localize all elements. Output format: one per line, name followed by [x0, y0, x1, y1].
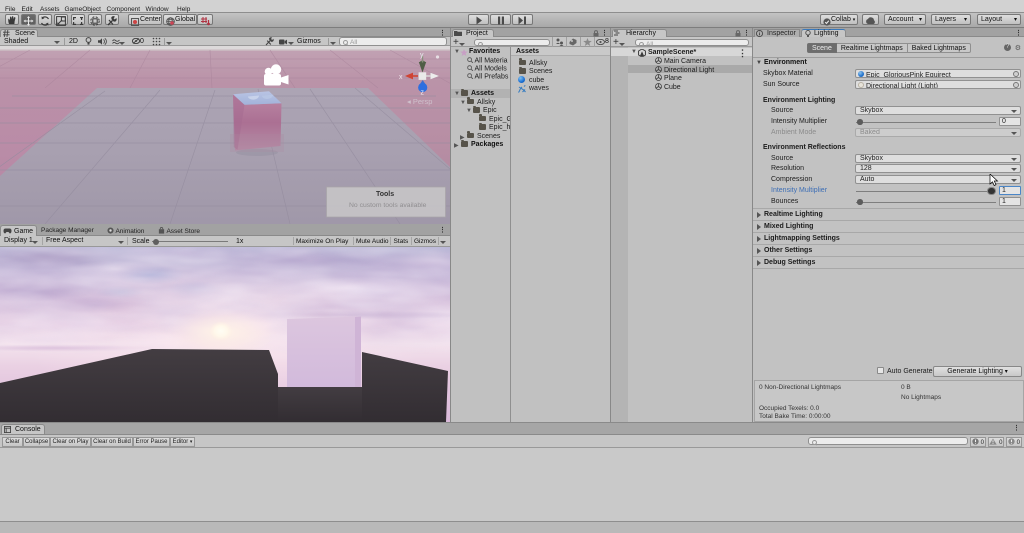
svg-text:x: x — [399, 74, 403, 81]
svg-text:Tools: Tools — [376, 191, 394, 198]
svg-text:z: z — [421, 90, 425, 97]
svg-text:No custom tools available: No custom tools available — [349, 202, 427, 209]
svg-text:y: y — [420, 52, 424, 59]
svg-text:◂ Persp: ◂ Persp — [407, 97, 432, 106]
